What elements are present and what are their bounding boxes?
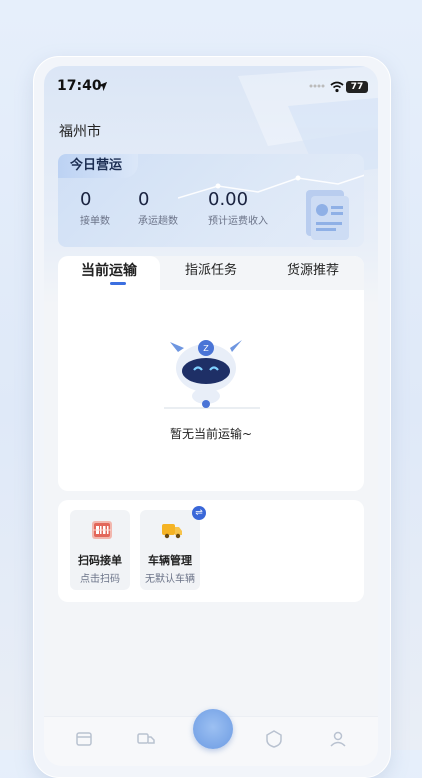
stat-trips-label: 承运趟数 — [138, 216, 178, 227]
scan-action-subtitle: 点击扫码 — [80, 574, 120, 585]
stat-orders-value: 0 — [80, 189, 92, 210]
truck-icon — [162, 524, 182, 539]
quick-actions-panel: 扫码接单 点击扫码 ⇌ 车辆管理 无默认车辆 — [58, 500, 364, 602]
truck-nav-icon[interactable] — [136, 729, 156, 749]
status-bar: 17:40 77 — [44, 78, 378, 98]
transport-tabs: 当前运输 指派任务 货源推荐 — [58, 256, 364, 290]
tab-cargo-recommend[interactable]: 货源推荐 — [262, 256, 364, 290]
empty-state-message: 暂无当前运输~ — [169, 427, 253, 441]
stat-income-label: 预计运费收入 — [208, 216, 268, 227]
signal-dots-icon — [309, 84, 325, 88]
vehicle-action-title: 车辆管理 — [148, 554, 192, 567]
robot-mascot-icon: Z — [164, 340, 260, 409]
quick-action-vehicle[interactable]: ⇌ 车辆管理 无默认车辆 — [140, 506, 206, 590]
operations-summary-card: 今日营运 0 接单数 0 承运趟数 0.00 预计运费收入 — [58, 154, 364, 247]
battery-icon: 77 — [346, 81, 368, 93]
app-screen: 17:40 77 福州市 今日营运 0 接单数 0 承运趟数 0.00 预计运费… — [44, 66, 378, 766]
tab-current-transport[interactable]: 当前运输 — [58, 256, 160, 290]
today-ops-badge: 今日营运 — [58, 154, 139, 178]
wifi-icon — [330, 81, 344, 93]
quick-action-scan[interactable]: 扫码接单 点击扫码 — [70, 510, 130, 590]
active-tab-indicator — [110, 282, 126, 285]
stat-orders: 0 接单数 — [80, 189, 110, 228]
scan-qr-icon — [92, 521, 112, 539]
stat-income: 0.00 预计运费收入 — [208, 189, 268, 228]
status-time: 17:40 — [57, 78, 102, 94]
profile-icon[interactable] — [328, 729, 348, 749]
stat-trips-value: 0 — [138, 189, 150, 210]
svg-text:Z: Z — [203, 344, 209, 353]
bottom-nav-bar — [44, 709, 378, 766]
center-logo-icon[interactable] — [193, 709, 233, 749]
stat-trips: 0 承运趟数 — [138, 189, 178, 228]
location-arrow-icon — [97, 81, 108, 92]
vehicle-action-subtitle: 无默认车辆 — [145, 574, 195, 585]
city-selector[interactable]: 福州市 — [59, 121, 101, 141]
shield-icon[interactable] — [264, 729, 284, 749]
stat-income-value: 0.00 — [208, 189, 249, 210]
report-document-icon — [306, 190, 349, 240]
scan-action-title: 扫码接单 — [78, 554, 122, 567]
swap-icon[interactable]: ⇌ — [192, 506, 206, 520]
tab-assigned-tasks[interactable]: 指派任务 — [160, 256, 262, 290]
orders-icon[interactable] — [74, 729, 94, 749]
stat-orders-label: 接单数 — [80, 216, 110, 227]
